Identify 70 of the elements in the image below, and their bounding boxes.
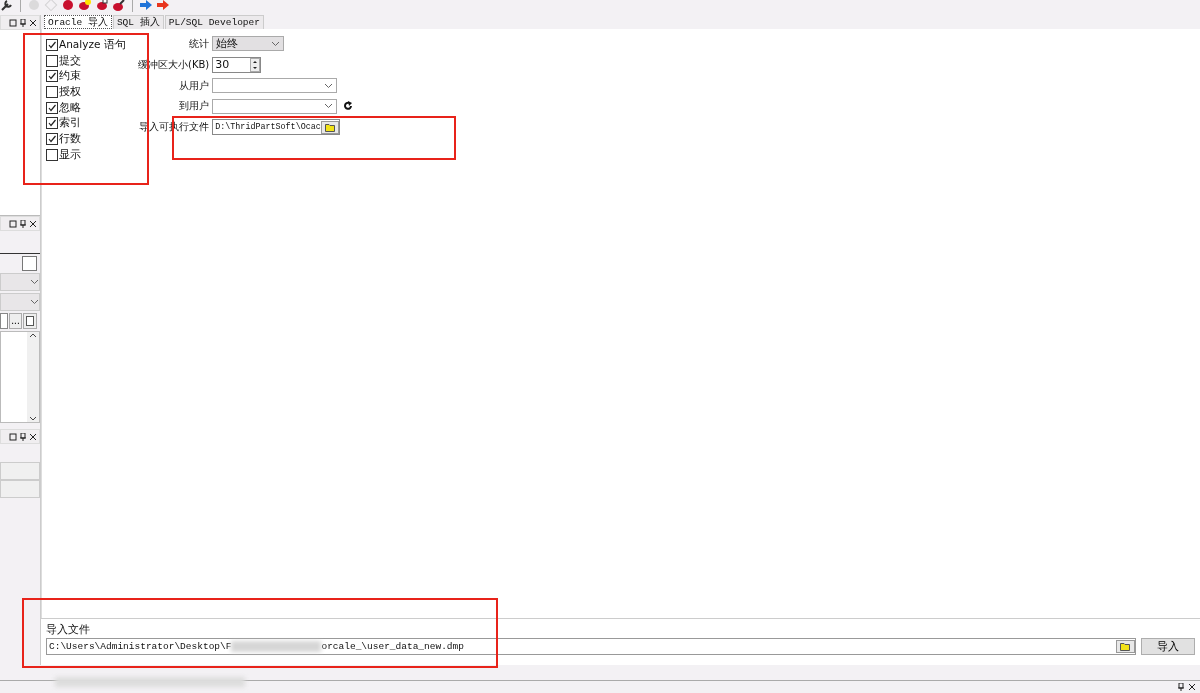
- checkbox[interactable]: [46, 70, 58, 83]
- database-icon[interactable]: [61, 0, 75, 12]
- checkbox[interactable]: [46, 101, 58, 114]
- field-value: D:\ThridPartSoft\Ocac: [215, 122, 321, 132]
- close-icon[interactable]: [29, 219, 37, 228]
- pin-icon[interactable]: [19, 219, 27, 228]
- restore-icon[interactable]: [9, 18, 17, 27]
- close-icon[interactable]: [1188, 683, 1196, 691]
- checkbox-label: 索引: [59, 116, 81, 131]
- dropdown-caret-icon[interactable]: [324, 103, 334, 109]
- path-end: orcale_\user_data_new.dmp: [321, 641, 464, 652]
- database-icon[interactable]: [95, 0, 109, 12]
- scrollbar[interactable]: [27, 332, 39, 422]
- field-label: 到用户: [178, 99, 210, 113]
- checkbox[interactable]: [46, 117, 58, 130]
- import-button[interactable]: 导入: [1141, 638, 1195, 655]
- wrench-icon[interactable]: [0, 0, 14, 12]
- dropdown-value: 始终: [216, 36, 239, 51]
- path-start: C:\Users\Administrator\Desktop\F: [49, 641, 232, 652]
- checkbox[interactable]: [46, 148, 58, 161]
- checkbox[interactable]: [22, 256, 37, 271]
- folder-icon: [1120, 642, 1131, 651]
- field-label: 缓冲区大小(KB): [138, 57, 210, 72]
- browse-button[interactable]: [320, 120, 340, 134]
- statistics-dropdown[interactable]: 始终: [212, 36, 285, 51]
- scroll-down-icon[interactable]: [29, 416, 37, 422]
- spinner-value: 30: [215, 58, 230, 71]
- checkbox[interactable]: [46, 54, 58, 67]
- restore-icon[interactable]: [9, 432, 17, 441]
- checkbox-label: 授权: [59, 84, 81, 99]
- dropdown-caret-icon[interactable]: [30, 299, 39, 305]
- dropdown-caret-icon[interactable]: [324, 82, 334, 89]
- checkbox[interactable]: [46, 38, 58, 51]
- arrow-right-icon[interactable]: [139, 0, 153, 12]
- pin-icon[interactable]: [19, 18, 27, 27]
- close-icon[interactable]: [29, 432, 37, 441]
- database-icon[interactable]: [112, 0, 126, 12]
- browse-button[interactable]: [1116, 640, 1135, 653]
- checkbox-label: 提交: [59, 53, 81, 68]
- pin-icon[interactable]: [1177, 683, 1185, 691]
- buffer-spinner[interactable]: 30: [212, 56, 262, 73]
- file-path-field[interactable]: D:\ThridPartSoft\Ocac: [212, 119, 341, 135]
- spinner-arrows-icon[interactable]: [250, 57, 261, 72]
- checkbox-label: 行数: [59, 131, 81, 146]
- folder-icon: [324, 122, 336, 132]
- arrow-right-icon[interactable]: [156, 0, 170, 12]
- document-icon[interactable]: [23, 313, 37, 329]
- checkbox[interactable]: [46, 85, 58, 98]
- checkbox-label: 约束: [59, 69, 81, 84]
- dropdown-caret-icon[interactable]: [271, 40, 281, 47]
- checkbox[interactable]: [46, 132, 58, 145]
- field-label: 统计: [188, 36, 210, 51]
- field-label: 从用户: [178, 78, 210, 93]
- refresh-icon[interactable]: [343, 101, 354, 111]
- checkbox-label: 忽略: [59, 100, 81, 115]
- dropdown-caret-icon[interactable]: [30, 279, 39, 285]
- checkbox-label: 显示: [59, 147, 81, 162]
- input-field[interactable]: [0, 313, 8, 329]
- tab[interactable]: PL/SQL Developer: [164, 15, 264, 29]
- pin-icon[interactable]: [19, 432, 27, 441]
- close-icon[interactable]: [29, 18, 37, 27]
- tab[interactable]: Oracle 导入: [44, 15, 112, 29]
- file-path-field[interactable]: C:\Users\Administrator\Desktop\F orcale_\user_data_new.dmp: [46, 638, 1136, 655]
- field-label: 导入文件: [46, 623, 91, 637]
- browse-button[interactable]: ...: [9, 313, 22, 329]
- tab[interactable]: SQL 插入: [112, 15, 164, 29]
- database-icon[interactable]: [78, 0, 92, 12]
- checkbox-label: Analyze 语句: [59, 37, 126, 52]
- scroll-up-icon[interactable]: [29, 332, 37, 338]
- restore-icon[interactable]: [9, 219, 17, 228]
